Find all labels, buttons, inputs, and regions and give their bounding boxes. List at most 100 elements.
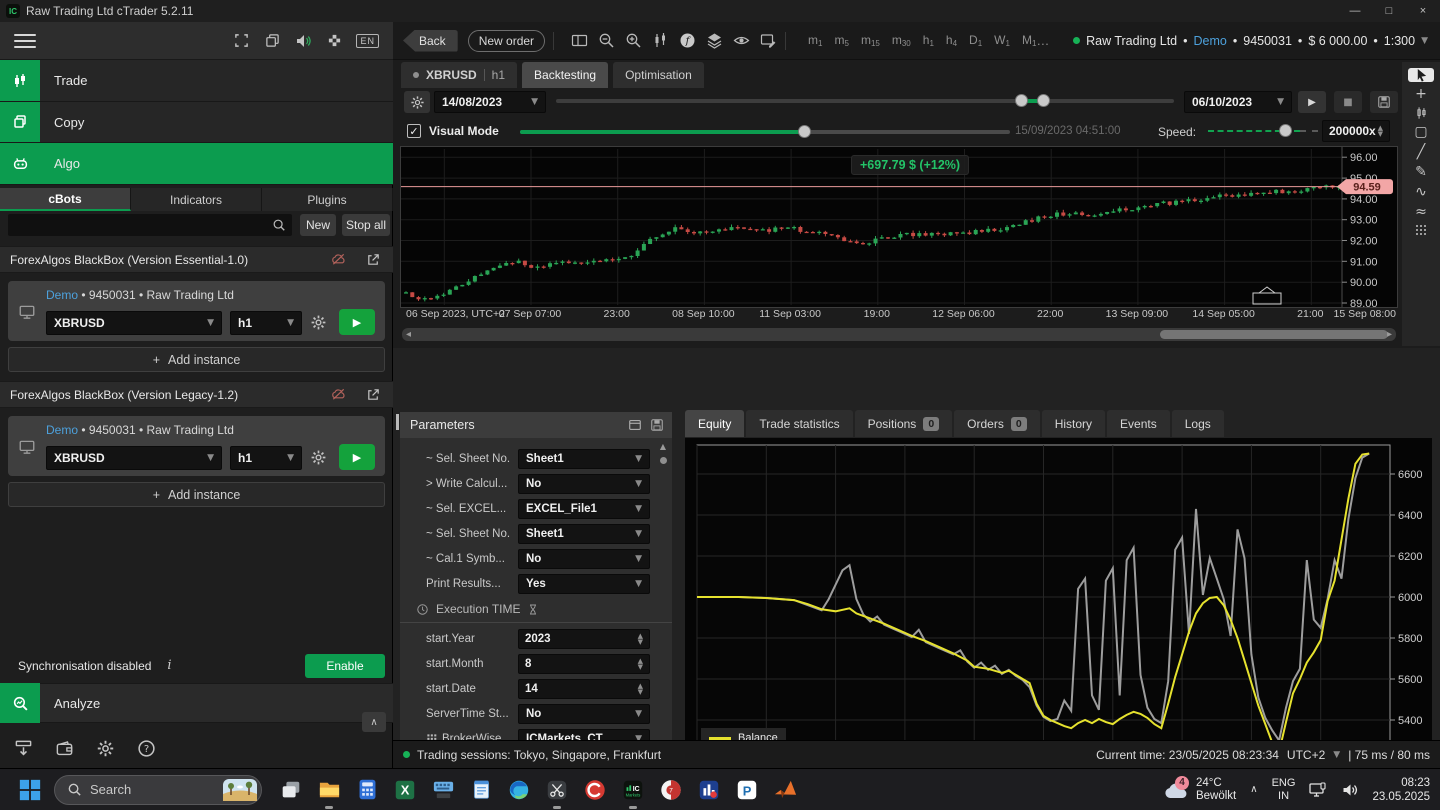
pen-tool[interactable]: ✎ [1408, 164, 1434, 180]
timeframe-m1[interactable]: m1 [808, 33, 822, 48]
parameter-select[interactable]: Sheet1 ▼ [518, 523, 650, 544]
price-chart[interactable]: 96.0095.0094.0093.0092.0091.0090.0089.00… [400, 146, 1398, 308]
back-button[interactable]: Back [403, 29, 458, 52]
tab-history[interactable]: History [1041, 410, 1106, 437]
share-icon[interactable] [366, 252, 381, 267]
detach-window-icon[interactable] [263, 32, 281, 50]
tab-orders[interactable]: Orders 0 [954, 410, 1040, 437]
tab-cbots[interactable]: cBots [0, 188, 131, 211]
timeframe-select[interactable]: h1 ▼ [230, 311, 302, 335]
start-button[interactable] [16, 776, 44, 804]
start-cbot-button[interactable]: ▶ [339, 309, 375, 335]
parameter-select[interactable]: Sheet1 ▼ [518, 448, 650, 469]
zoom-in-icon[interactable] [624, 32, 642, 50]
visual-mode-checkbox[interactable]: ✓ [407, 124, 421, 138]
tray-chevron-up-icon[interactable]: ∧ [1250, 784, 1257, 795]
sidebar-item-analyze[interactable]: Analyze [0, 683, 393, 723]
tab-events[interactable]: Events [1107, 410, 1170, 437]
parameter-select[interactable]: No ▼ [518, 473, 650, 494]
settings-icon[interactable] [96, 739, 115, 758]
add-instance-button[interactable]: + Add instance [8, 347, 385, 372]
range-handle-end[interactable] [1036, 94, 1050, 107]
crosshair-tool[interactable]: + [1408, 86, 1434, 102]
speed-spinner[interactable]: 200000x ▲ ▼ [1322, 120, 1390, 142]
channel-tool[interactable]: ≈ [1408, 204, 1434, 220]
gear-icon[interactable] [310, 314, 327, 331]
share-icon[interactable] [366, 387, 381, 402]
search-highlight-image[interactable] [223, 778, 257, 801]
parameter-spin[interactable]: 14 ▲ ▼ [518, 678, 650, 699]
save-backtest-button[interactable] [1370, 91, 1398, 113]
pointer-tool[interactable] [1408, 68, 1434, 82]
fx-icon[interactable]: f [678, 32, 696, 50]
timeframe-D1[interactable]: D1 [969, 33, 982, 48]
timeframe-m5[interactable]: m5 [835, 33, 849, 48]
new-cbot-button[interactable]: New [300, 214, 336, 236]
taskbar-app-icmarkets[interactable]: IC Markets [614, 770, 652, 810]
menu-icon[interactable] [14, 33, 36, 48]
language-indicator[interactable]: ENG IN [1272, 777, 1296, 803]
chart-settings-icon[interactable] [759, 32, 777, 50]
gear-icon[interactable] [310, 449, 327, 466]
volume-icon[interactable] [1341, 782, 1358, 798]
trend-line-tool[interactable]: ╱ [1408, 144, 1434, 160]
symbol-select[interactable]: XBRUSD ▼ [46, 311, 222, 335]
backtest-range-slider[interactable] [556, 94, 1174, 107]
wave-tool[interactable]: ∿ [1408, 184, 1434, 200]
visual-progress-handle[interactable] [798, 125, 812, 138]
taskbar-app-snipping-tool[interactable] [538, 770, 576, 810]
tab-positions[interactable]: Positions 0 [854, 410, 953, 437]
shape-tool[interactable]: ▢ [1408, 124, 1434, 140]
tab-equity[interactable]: Equity [685, 410, 745, 437]
tab-indicators[interactable]: Indicators [131, 188, 262, 211]
maximize-button[interactable]: □ [1372, 0, 1406, 22]
chart-horizontal-scrollbar[interactable]: ◂ ▸ [402, 328, 1396, 341]
parameter-select[interactable]: No ▼ [518, 548, 650, 569]
timeframe-M1[interactable]: M1 [1022, 33, 1036, 48]
taskbar-app-notepad[interactable] [462, 770, 500, 810]
taskbar-app-task-view[interactable] [272, 770, 310, 810]
sidebar-item-copy[interactable]: Copy [0, 102, 393, 143]
taskbar-app-paypal[interactable]: P [728, 770, 766, 810]
help-icon[interactable]: ? [137, 739, 156, 758]
timeframe-select[interactable]: h1 ▼ [230, 446, 302, 470]
backtest-settings-button[interactable] [404, 91, 430, 113]
end-date-select[interactable]: 06/10/2023 ▼ [1184, 91, 1292, 113]
tab-backtesting[interactable]: Backtesting [522, 62, 609, 88]
chart-layout-icon[interactable] [570, 32, 588, 50]
minimize-button[interactable]: — [1338, 0, 1372, 22]
zoom-out-icon[interactable] [597, 32, 615, 50]
add-instance-button[interactable]: + Add instance [8, 482, 385, 507]
parameter-select[interactable]: No ▼ [518, 703, 650, 724]
new-order-button[interactable]: New order [467, 29, 546, 52]
more-timeframes-button[interactable]: … [1036, 33, 1050, 48]
cbot-search-input[interactable] [8, 214, 292, 236]
chart-type-icon[interactable] [651, 32, 669, 50]
grid-tool[interactable] [1408, 224, 1434, 236]
timeframe-m30[interactable]: m 30 [892, 33, 911, 48]
parameters-scrollbar[interactable]: ▲ [657, 442, 669, 782]
tab-plugins[interactable]: Plugins [262, 188, 393, 211]
parameter-spin[interactable]: 8 ▲ ▼ [518, 653, 650, 674]
cloud-off-icon[interactable] [331, 252, 346, 267]
save-parameters-icon[interactable] [650, 418, 664, 432]
timeframe-m15[interactable]: m 15 [861, 33, 880, 48]
taskbar-app-matlab[interactable] [766, 770, 804, 810]
timezone-label[interactable]: UTC+2 [1287, 748, 1325, 762]
visual-progress-slider[interactable] [520, 125, 1010, 138]
eye-icon[interactable] [732, 32, 750, 50]
speed-handle[interactable] [1279, 124, 1292, 137]
candle-tool[interactable] [1408, 106, 1434, 120]
taskbar-app-keyboard[interactable] [424, 770, 462, 810]
tab-optimisation[interactable]: Optimisation [613, 62, 704, 88]
deposit-icon[interactable] [14, 739, 33, 758]
tab-trade-statistics[interactable]: Trade statistics [746, 410, 853, 437]
symbol-select[interactable]: XBRUSD ▼ [46, 446, 222, 470]
search-input[interactable]: Search [54, 774, 262, 805]
close-button[interactable]: × [1406, 0, 1440, 22]
tab-chart-xbrusd[interactable]: XBRUSD h1 [401, 62, 518, 88]
network-icon[interactable] [1309, 781, 1327, 798]
timeframe-h1[interactable]: h1 [923, 33, 934, 48]
weather-widget[interactable]: 4 24°C Bewölkt [1163, 775, 1236, 803]
taskbar-app-calculator[interactable] [348, 770, 386, 810]
